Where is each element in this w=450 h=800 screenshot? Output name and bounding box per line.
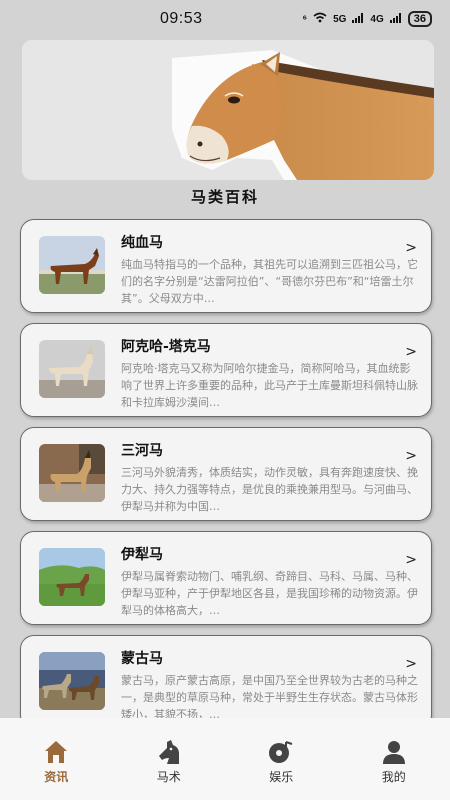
mongolian-horse-photo (39, 652, 105, 710)
horse-name: 蒙古马 (121, 651, 163, 667)
horse-name: 纯血马 (121, 235, 163, 251)
status-bar: 09:53 ⁶ 5G 4G 36 (0, 0, 450, 38)
chevron-right-icon[interactable]: > (405, 656, 417, 672)
horse-description: 阿克哈·塔克马又称为阿哈尔捷金马，简称阿哈马，其血统影响了世界上许多重要的品种，… (121, 362, 418, 409)
horse-description: 纯血马特指马的一个品种，其祖先可以追溯到三匹祖公马，它们的名字分别是“达雷阿拉伯… (121, 258, 418, 305)
chevron-right-icon[interactable]: > (405, 552, 417, 568)
alarm-icon: ⁶ (302, 13, 308, 25)
signal-5g-label: 5G (333, 13, 347, 25)
list-item[interactable]: 蒙古马 > 蒙古马，原产蒙古高原，是中国乃至全世界较为古老的马种之一，是典型的草… (20, 635, 432, 729)
tab-label: 娱乐 (269, 770, 294, 784)
music-disc-icon (269, 741, 293, 763)
sanhe-horse-photo (39, 444, 105, 502)
horse-name: 伊犁马 (121, 547, 163, 563)
bottom-tab-bar: 资讯 马术 娱乐 我的 (0, 718, 450, 800)
battery-icon: 36 (407, 11, 432, 27)
chevron-right-icon[interactable]: > (405, 448, 417, 464)
horse-name: 阿克哈-塔克马 (121, 339, 211, 355)
akhal-teke-horse-photo (39, 340, 105, 398)
yili-horse-photo (39, 548, 105, 606)
tab-profile[interactable]: 我的 (338, 718, 450, 800)
tab-label: 我的 (381, 770, 406, 784)
signal-icon (352, 12, 364, 26)
hero-banner-image (22, 40, 434, 180)
chevron-right-icon[interactable]: > (405, 240, 417, 256)
signal-4g-label: 4G (370, 13, 384, 25)
list-item[interactable]: 阿克哈-塔克马 > 阿克哈·塔克马又称为阿哈尔捷金马，简称阿哈马，其血统影响了世… (20, 323, 432, 417)
status-time: 09:53 (160, 10, 203, 27)
battery-level: 36 (413, 13, 426, 25)
page-title: 马类百科 (190, 188, 259, 206)
horse-description: 三河马外貌清秀，体质结实，动作灵敏，具有奔跑速度快、挽力大、持久力强等特点，是优… (121, 466, 418, 513)
tab-label: 资讯 (44, 770, 69, 784)
horse-name: 三河马 (121, 443, 163, 459)
list-item[interactable]: 三河马 > 三河马外貌清秀，体质结实，动作灵敏，具有奔跑速度快、挽力大、持久力强… (20, 427, 432, 521)
home-icon (45, 741, 68, 763)
horse-description: 蒙古马，原产蒙古高原，是中国乃至全世界较为古老的马种之一，是典型的草原马种，常处… (121, 674, 418, 721)
list-item[interactable]: 纯血马 > 纯血马特指马的一个品种，其祖先可以追溯到三匹祖公马，它们的名字分别是… (20, 219, 432, 313)
list-item[interactable]: 伊犁马 > 伊犁马属脊索动物门、哺乳纲、奇蹄目、马科、马属、马种、伊犁马亚种，产… (20, 531, 432, 625)
user-icon (382, 741, 405, 764)
tab-equestrian[interactable]: 马术 (113, 718, 226, 800)
wifi-icon (313, 12, 327, 26)
tab-news[interactable]: 资讯 (0, 718, 113, 800)
tab-label: 马术 (156, 770, 181, 784)
horse-description: 伊犁马属脊索动物门、哺乳纲、奇蹄目、马科、马属、马种、伊犁马亚种，产于伊犁地区各… (121, 570, 418, 617)
tab-entertainment[interactable]: 娱乐 (225, 718, 338, 800)
chevron-right-icon[interactable]: > (405, 344, 417, 360)
horse-head-icon (158, 740, 179, 764)
signal-icon (389, 12, 402, 26)
status-indicators: ⁶ 5G 4G 36 (302, 11, 432, 27)
thoroughbred-horse-photo (39, 236, 105, 294)
